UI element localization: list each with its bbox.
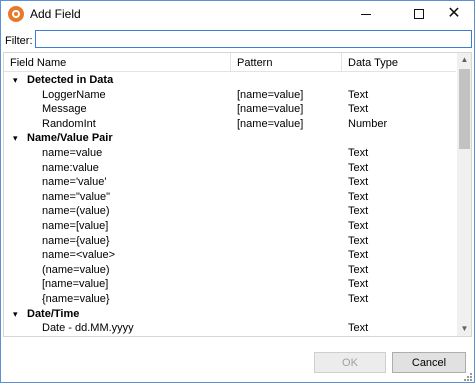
field-name-cell: name={value} xyxy=(42,234,110,247)
header-pattern[interactable]: Pattern xyxy=(231,53,342,72)
data-type-cell: Text xyxy=(348,190,369,203)
minimize-icon xyxy=(361,13,371,15)
field-name-cell: RandomInt xyxy=(42,117,96,130)
window-title: Add Field xyxy=(30,7,81,21)
data-type-cell: Text xyxy=(348,322,369,335)
pattern-cell: [name=value] xyxy=(237,88,304,101)
data-type-cell: Text xyxy=(348,234,369,247)
table-row[interactable]: name={value} Text xyxy=(4,234,456,249)
field-name-cell: [name=value] xyxy=(42,278,109,291)
maximize-icon xyxy=(414,9,424,19)
data-type-cell: Text xyxy=(348,146,369,159)
expand-icon[interactable]: ▾ xyxy=(13,309,18,320)
header-field-name[interactable]: Field Name xyxy=(4,53,231,72)
expand-icon[interactable]: ▾ xyxy=(13,133,18,144)
field-name-cell: name="value" xyxy=(42,190,111,203)
add-field-dialog: Add Field ✕ Filter: Field Name Pattern D… xyxy=(0,0,475,383)
table-row[interactable]: Date - dd.MM.yyyy Text xyxy=(4,321,456,336)
vertical-scrollbar[interactable]: ▲ ▼ xyxy=(457,53,471,336)
table-row[interactable]: RandomInt [name=value] Number xyxy=(4,117,456,132)
filter-input[interactable] xyxy=(35,30,472,48)
data-type-cell: Number xyxy=(348,117,388,130)
header-data-type[interactable]: Data Type xyxy=(342,53,456,72)
field-name-cell: name=[value] xyxy=(42,219,109,232)
pattern-cell: [name=value] xyxy=(237,117,304,130)
field-rows: ▾ Detected in Data LoggerName [name=value] T… xyxy=(4,73,456,336)
table-row[interactable]: name=<value> Text xyxy=(4,248,456,263)
data-type-cell: Text xyxy=(348,176,369,189)
field-name-cell: Date - dd.MM.yyyy xyxy=(42,322,134,335)
group-row[interactable]: ▾ Date/Time xyxy=(4,307,456,322)
table-row[interactable]: (name=value) Text xyxy=(4,263,456,278)
table-row[interactable]: LoggerName [name=value] Text xyxy=(4,88,456,103)
table-row[interactable]: name="value" Text xyxy=(4,190,456,205)
field-name-cell: Message xyxy=(42,103,87,116)
scroll-thumb[interactable] xyxy=(459,69,470,149)
table-row[interactable]: name:value Text xyxy=(4,161,456,176)
data-type-cell: Text xyxy=(348,219,369,232)
filter-label: Filter: xyxy=(5,35,33,47)
field-name-cell: name:value xyxy=(42,161,99,174)
group-row[interactable]: ▾ Name/Value Pair xyxy=(4,131,456,146)
resize-grip-icon[interactable] xyxy=(463,372,473,382)
data-type-cell: Text xyxy=(348,263,369,276)
field-name-cell: LoggerName xyxy=(42,88,106,101)
table-row[interactable]: [name=value] Text xyxy=(4,277,456,292)
data-type-cell: Text xyxy=(348,205,369,218)
group-label: Detected in Data xyxy=(27,74,114,86)
close-icon: ✕ xyxy=(447,5,461,22)
group-label: Date/Time xyxy=(27,307,80,320)
title-bar: Add Field ✕ xyxy=(1,1,474,27)
field-name-cell: {name=value} xyxy=(42,292,110,305)
minimize-button[interactable] xyxy=(345,1,387,27)
field-name-cell: name=value xyxy=(42,146,103,159)
field-name-cell: name=<value> xyxy=(42,249,116,262)
field-list: Field Name Pattern Data Type ▾ Detected i… xyxy=(3,52,472,337)
scroll-down-icon[interactable]: ▼ xyxy=(457,322,471,336)
expand-icon[interactable]: ▾ xyxy=(13,75,18,86)
field-name-cell: name='value' xyxy=(42,176,107,189)
table-row[interactable]: name=(value) Text xyxy=(4,204,456,219)
field-name-cell: name=(value) xyxy=(42,205,110,218)
ok-button[interactable]: OK xyxy=(314,352,386,373)
data-type-cell: Text xyxy=(348,249,369,262)
cancel-button[interactable]: Cancel xyxy=(392,352,466,373)
group-label: Name/Value Pair xyxy=(27,132,113,145)
group-row[interactable]: ▾ Detected in Data xyxy=(4,73,456,88)
table-row[interactable]: name=value Text xyxy=(4,146,456,161)
table-row[interactable]: {name=value} Text xyxy=(4,292,456,307)
field-name-cell: (name=value) xyxy=(42,263,110,276)
data-type-cell: Text xyxy=(348,292,369,305)
column-header: Field Name Pattern Data Type xyxy=(4,53,456,72)
data-type-cell: Text xyxy=(348,278,369,291)
table-row[interactable]: name='value' Text xyxy=(4,175,456,190)
table-row[interactable]: name=[value] Text xyxy=(4,219,456,234)
data-type-cell: Text xyxy=(348,161,369,174)
table-row[interactable]: Message [name=value] Text xyxy=(4,102,456,117)
pattern-cell: [name=value] xyxy=(237,103,304,116)
scroll-up-icon[interactable]: ▲ xyxy=(457,53,471,67)
app-icon xyxy=(8,6,24,22)
data-type-cell: Text xyxy=(348,103,369,116)
data-type-cell: Text xyxy=(348,88,369,101)
close-button[interactable]: ✕ xyxy=(433,1,475,27)
